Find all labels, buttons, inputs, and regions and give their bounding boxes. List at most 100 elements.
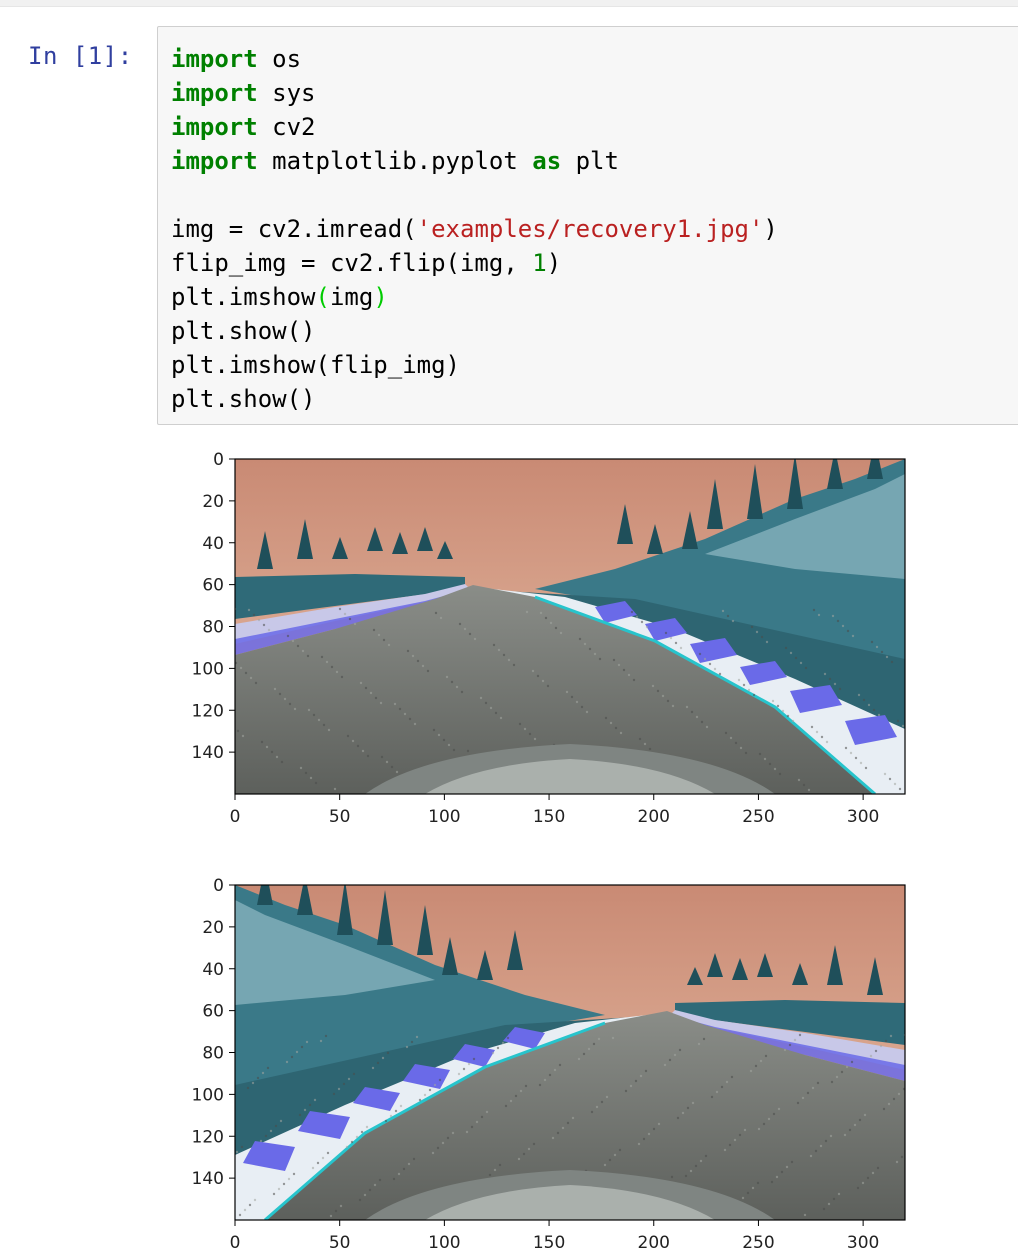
road-texture [385, 760, 389, 764]
road-texture [731, 619, 735, 623]
road-texture [337, 1087, 341, 1091]
road-texture [327, 728, 331, 732]
x-tick-label: 100 [428, 1233, 460, 1253]
road-texture [699, 1159, 703, 1163]
road-texture [402, 1167, 406, 1171]
road-texture [880, 650, 884, 654]
road-texture [619, 731, 623, 735]
road-texture [788, 1043, 792, 1047]
code-keyword: import [171, 113, 258, 141]
road-texture [799, 661, 803, 665]
road-texture [320, 655, 324, 659]
y-tick-label: 140 [192, 743, 224, 763]
road-texture [898, 787, 902, 791]
code-editor[interactable]: import os import sys import cv2 import matp… [171, 42, 778, 416]
road-texture [771, 699, 775, 703]
road-texture [637, 1142, 641, 1146]
road-texture [377, 633, 381, 637]
road-texture [597, 1037, 601, 1041]
road-texture [463, 627, 467, 631]
road-texture [484, 701, 488, 705]
road-texture [705, 725, 709, 729]
road-texture [387, 643, 391, 647]
road-texture [757, 1127, 761, 1131]
road-texture [439, 616, 443, 620]
y-tick-label: 100 [192, 659, 224, 679]
road-texture [756, 1181, 760, 1185]
road-texture [446, 1136, 450, 1140]
road-texture [551, 1136, 555, 1140]
road-texture [368, 1188, 372, 1192]
road-texture [311, 1166, 315, 1170]
road-texture [512, 663, 516, 667]
road-texture [335, 670, 339, 674]
road-texture [418, 1098, 422, 1102]
y-tick-label: 20 [202, 918, 224, 938]
road-texture [527, 1147, 531, 1151]
road-texture [358, 1198, 362, 1202]
road-texture [889, 1034, 893, 1038]
road-texture [791, 719, 795, 723]
road-texture [872, 708, 876, 712]
road-texture [784, 646, 788, 650]
road-texture [764, 1054, 768, 1058]
road-texture [900, 1155, 904, 1159]
road-texture [262, 623, 266, 627]
road-texture [715, 1090, 719, 1094]
code-token: plt.imshow(flip_img) [171, 351, 460, 379]
road-texture [265, 745, 269, 749]
code-number: 1 [532, 249, 547, 277]
road-texture [517, 1157, 521, 1161]
x-tick-label: 150 [533, 1233, 565, 1253]
road-texture [570, 695, 574, 699]
road-texture [890, 660, 894, 664]
road-texture [451, 1131, 455, 1135]
road-texture [587, 1047, 591, 1051]
road-texture [595, 1105, 599, 1109]
code-cell-input[interactable]: import os import sys import cv2 import matp… [157, 26, 1018, 425]
road-texture [282, 1182, 286, 1186]
road-texture [410, 1040, 414, 1044]
road-texture [765, 640, 769, 644]
road-texture [733, 1138, 737, 1142]
road-texture [593, 652, 597, 656]
road-texture [622, 668, 626, 672]
road-texture [554, 626, 558, 630]
code-line: import matplotlib.pyplot as plt [171, 144, 778, 178]
road-texture [251, 1081, 255, 1085]
road-texture [416, 659, 420, 663]
road-texture [300, 1045, 304, 1049]
road-texture [674, 641, 678, 645]
road-texture [575, 700, 579, 704]
road-texture [413, 722, 417, 726]
road-texture [728, 1143, 732, 1147]
code-line: import os [171, 42, 778, 76]
road-texture [681, 1111, 685, 1115]
road-texture [235, 1150, 239, 1154]
road-texture [350, 1140, 354, 1144]
road-texture [661, 694, 665, 698]
road-texture [543, 1078, 547, 1082]
road-texture [747, 688, 751, 692]
road-texture [389, 1114, 393, 1118]
road-texture [291, 639, 295, 643]
road-texture [397, 1172, 401, 1176]
road-texture [608, 1158, 612, 1162]
road-texture [398, 707, 402, 711]
road-texture [445, 675, 449, 679]
y-tick-label: 40 [202, 960, 224, 980]
road-texture [780, 1170, 784, 1174]
road-texture [578, 637, 582, 641]
road-texture [415, 1035, 419, 1039]
road-texture [405, 1045, 409, 1049]
road-texture [499, 716, 503, 720]
road-texture [374, 696, 378, 700]
road-texture [531, 669, 535, 673]
road-texture [888, 777, 892, 781]
road-texture [244, 671, 248, 675]
road-texture [470, 1125, 474, 1129]
road-texture [252, 613, 256, 617]
road-texture [298, 1113, 302, 1117]
y-tick-label: 60 [202, 576, 224, 596]
road-texture [411, 654, 415, 658]
